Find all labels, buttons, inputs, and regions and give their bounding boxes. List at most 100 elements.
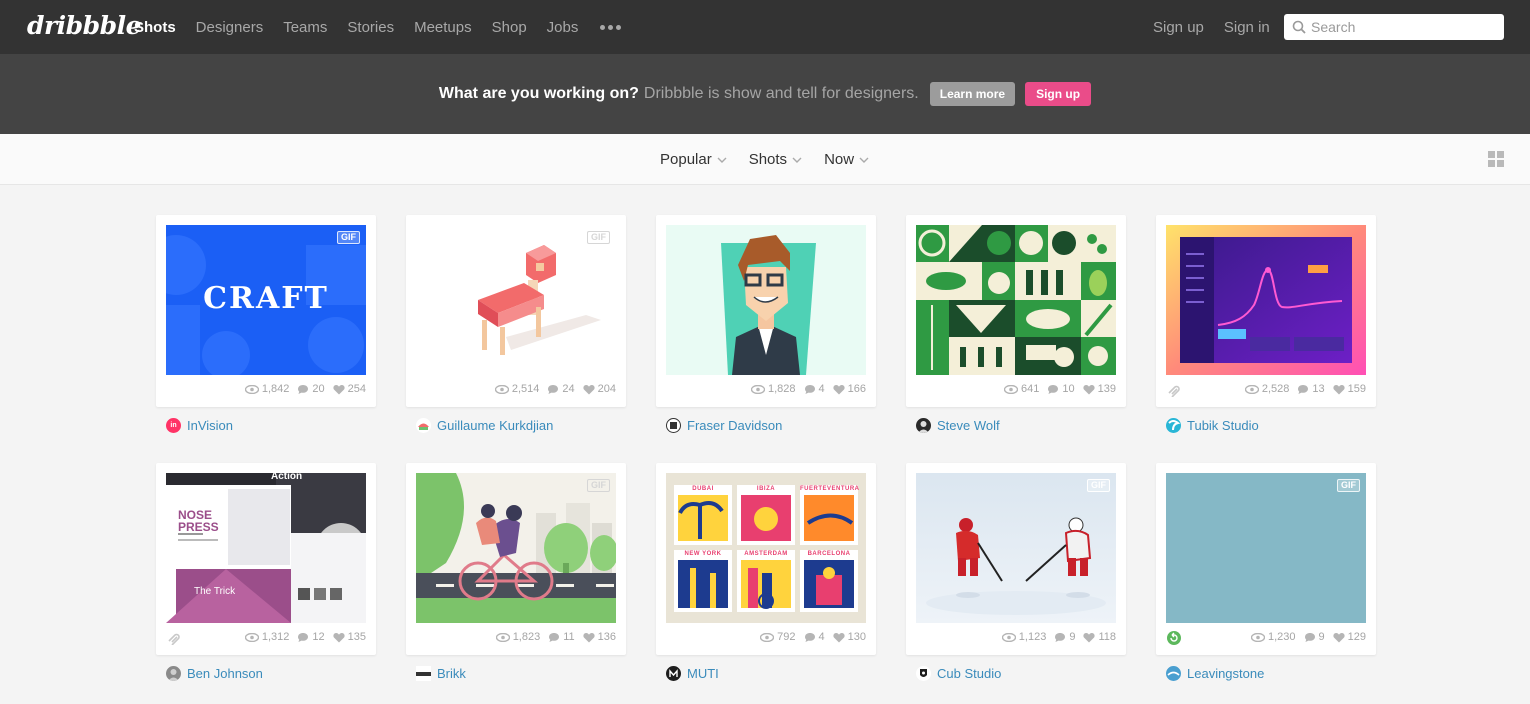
author-name[interactable]: InVision [187,418,233,433]
search-input[interactable] [1311,14,1496,40]
shot-thumbnail[interactable]: GIF [1166,473,1366,623]
likes-stat[interactable]: 204 [583,383,616,395]
shot-stats: 1,823 11 136 [488,631,616,643]
comments-stat[interactable]: 9 [1304,631,1325,643]
shot-card[interactable]: GIF 1,230 9 129 [1156,463,1376,655]
filter-bar: Popular Shots Now [0,134,1530,185]
sign-up-link[interactable]: Sign up [1153,19,1204,36]
author-name[interactable]: Steve Wolf [937,418,1000,433]
nav-designers[interactable]: Designers [196,19,264,36]
comments-stat[interactable]: 20 [297,383,325,395]
shot-card[interactable]: GIF 2,514 24 204 [406,215,626,407]
comments-stat[interactable]: 13 [1297,383,1325,395]
author-name[interactable]: Tubik Studio [1187,418,1259,433]
likes-stat[interactable]: 129 [1333,631,1366,643]
shot-thumbnail[interactable]: NOSE PRESS The Trick Action [166,473,366,623]
shot-author[interactable]: Fraser Davidson [666,418,782,433]
shot-author[interactable]: Guillaume Kurkdjian [416,418,553,433]
author-name[interactable]: Ben Johnson [187,666,263,681]
gif-badge: GIF [587,479,610,492]
likes-stat[interactable]: 159 [1333,383,1366,395]
paperclip-icon[interactable] [1166,383,1182,397]
nav-teams[interactable]: Teams [283,19,327,36]
likes-stat[interactable]: 166 [833,383,866,395]
likes-stat[interactable]: 135 [333,631,366,643]
shot-thumbnail[interactable] [916,225,1116,375]
comments-stat[interactable]: 12 [297,631,325,643]
grid-view-icon[interactable] [1488,151,1504,167]
learn-more-button[interactable]: Learn more [929,82,1016,106]
shot-card[interactable]: 641 10 139 [906,215,1126,407]
shot-thumbnail[interactable]: CRAFT GIF [166,225,366,375]
shot-author[interactable]: Ben Johnson [166,666,263,681]
shot-author[interactable]: Tubik Studio [1166,418,1259,433]
author-name[interactable]: Leavingstone [1187,666,1264,681]
likes-stat[interactable]: 254 [333,383,366,395]
shot-card[interactable]: NOSE PRESS The Trick Action 1,312 12 135 [156,463,376,655]
stamp-label: NEW YORK [684,551,722,557]
comments-stat[interactable]: 11 [548,631,575,643]
author-name[interactable]: Fraser Davidson [687,418,782,433]
nav-meetups[interactable]: Meetups [414,19,472,36]
dribbble-logo[interactable]: dribbble [27,11,142,40]
shot-author[interactable]: Cub Studio [916,666,1001,681]
gif-badge: GIF [337,231,360,244]
shot-card[interactable]: 2,528 13 159 [1156,215,1376,407]
nav-shots[interactable]: Shots [134,19,176,36]
likes-stat[interactable]: 118 [1083,631,1116,643]
shot-card[interactable]: GIF 1,123 9 118 [906,463,1126,655]
shot-thumbnail[interactable] [1166,225,1366,375]
author-name[interactable]: Cub Studio [937,666,1001,681]
author-name[interactable]: Guillaume Kurkdjian [437,418,553,433]
comments-stat[interactable]: 24 [547,383,575,395]
shot-card[interactable]: CRAFT GIF 1,842 20 254 [156,215,376,407]
shot-card[interactable]: GIF 1,823 11 136 [406,463,626,655]
shot-stats: 1,842 20 254 [237,383,366,395]
comments-count: 4 [818,383,825,395]
time-now-dropdown[interactable]: Now [824,151,869,168]
banner-sign-up-button[interactable]: Sign up [1025,82,1092,106]
shot-art-title: CRAFT [203,281,329,316]
shot-author[interactable]: MUTI [666,666,719,681]
shot-author[interactable]: in InVision [166,418,233,433]
shot-thumbnail[interactable]: GIF [916,473,1116,623]
ellipsis-icon[interactable] [600,24,622,30]
likes-stat[interactable]: 136 [583,631,616,643]
comments-stat[interactable]: 4 [804,383,825,395]
views-count: 792 [777,631,796,643]
shot-stats: 1,828 4 166 [743,383,866,395]
type-shots-dropdown[interactable]: Shots [749,151,802,168]
nav-stories[interactable]: Stories [347,19,394,36]
sign-in-link[interactable]: Sign in [1224,19,1270,36]
shot-thumbnail[interactable]: GIF [416,225,616,375]
shot-thumbnail[interactable]: DUBAI IBIZA FUERTEVENTURA NEW YORK AMSTE… [666,473,866,623]
paperclip-icon[interactable] [166,631,182,645]
comment-icon [298,384,309,394]
comments-count: 10 [1062,383,1075,395]
nav-jobs[interactable]: Jobs [547,19,579,36]
eye-icon [1244,384,1259,394]
comments-stat[interactable]: 4 [804,631,825,643]
heart-icon [1083,632,1096,642]
sort-popular-dropdown[interactable]: Popular [660,151,727,168]
shot-author[interactable]: Brikk [416,666,466,681]
comment-icon [549,632,560,642]
shot-card[interactable]: 1,828 4 166 [656,215,876,407]
views-count: 1,842 [261,383,290,395]
nav-shop[interactable]: Shop [492,19,527,36]
likes-stat[interactable]: 130 [833,631,866,643]
likes-count: 118 [1098,631,1116,643]
comments-stat[interactable]: 9 [1054,631,1075,643]
author-name[interactable]: MUTI [687,666,719,681]
likes-count: 136 [597,631,616,643]
shot-thumbnail[interactable] [666,225,866,375]
shot-author[interactable]: Steve Wolf [916,418,1000,433]
rebound-icon[interactable] [1166,631,1182,645]
shot-thumbnail[interactable]: GIF [416,473,616,623]
likes-stat[interactable]: 139 [1083,383,1116,395]
comments-stat[interactable]: 10 [1047,383,1075,395]
author-name[interactable]: Brikk [437,666,466,681]
eye-icon [760,632,775,642]
shot-card[interactable]: DUBAI IBIZA FUERTEVENTURA NEW YORK AMSTE… [656,463,876,655]
shot-author[interactable]: Leavingstone [1166,666,1264,681]
